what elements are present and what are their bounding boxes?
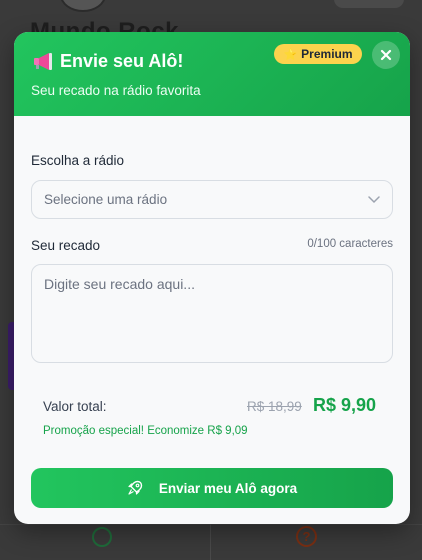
premium-badge-label: Premium [301,47,353,61]
bottom-nav-divider [210,524,211,560]
premium-badge: ⭐ Premium [274,44,362,64]
megaphone-icon [34,53,52,70]
bottom-nav [0,524,422,560]
background-pill [334,0,404,8]
promo-text: Promoção especial! Economize R$ 9,09 [43,425,248,437]
background-avatar [60,0,106,12]
new-price: R$ 9,90 [313,395,377,415]
total-label: Valor total: [43,399,107,414]
history-icon [92,527,112,547]
submit-button-label: Enviar meu Alô agora [158,480,298,496]
modal-title: Envie seu Alô! [60,51,184,71]
star-icon: ⭐ [283,48,298,61]
radio-label: Escolha a rádio [31,153,125,168]
message-label: Seu recado [31,238,101,253]
character-counter: 0/100 caracteres [307,238,393,250]
help-icon: ? [296,526,317,547]
close-icon [380,49,392,61]
rocket-icon [128,480,143,495]
alo-modal: Envie seu Alô! Seu recado na rádio favor… [14,32,410,524]
modal-subtitle: Seu recado na rádio favorita [31,83,201,98]
old-price: R$ 18,99 [247,399,302,414]
close-button[interactable] [372,41,400,69]
modal-header: Envie seu Alô! Seu recado na rádio favor… [14,32,410,116]
chevron-down-icon [368,195,380,203]
message-textarea[interactable] [31,264,393,363]
radio-select-placeholder: Selecione uma rádio [44,192,168,207]
radio-select[interactable]: Selecione uma rádio [31,180,393,219]
submit-button[interactable]: Enviar meu Alô agora [31,468,393,508]
